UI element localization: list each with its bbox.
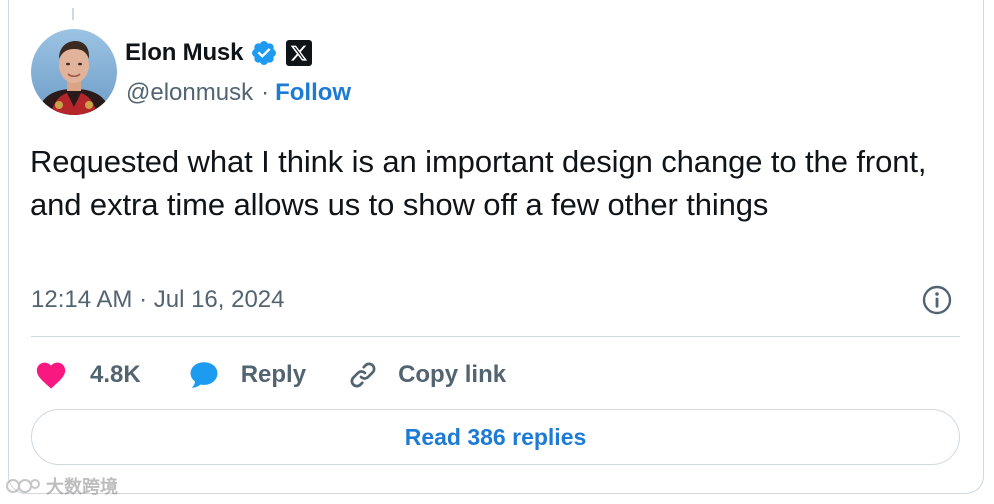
avatar[interactable] — [31, 29, 117, 115]
action-bar: 4.8K Reply Copy link — [34, 355, 506, 395]
copy-link-button[interactable]: Copy link — [346, 355, 506, 395]
author-name-row: Elon Musk — [125, 36, 313, 70]
reply-button[interactable]: Reply — [187, 355, 306, 395]
separator-dot: · — [261, 79, 270, 106]
author-name[interactable]: Elon Musk — [125, 39, 243, 67]
author-handle-row: @elonmusk · Follow — [126, 78, 351, 108]
copy-link-label: Copy link — [398, 361, 507, 388]
like-button[interactable]: 4.8K — [34, 355, 141, 395]
read-replies-button[interactable]: Read 386 replies — [31, 409, 960, 465]
watermark-text: 大数跨境 — [46, 477, 118, 497]
like-count: 4.8K — [90, 361, 141, 388]
heart-icon — [36, 362, 66, 389]
x-logo-icon — [286, 40, 313, 66]
reply-label: Reply — [240, 361, 307, 388]
link-icon — [350, 362, 376, 388]
page: Elon Musk @elonmusk · Follow Requested w… — [0, 0, 994, 504]
tweet-timestamp[interactable]: 12:14 AM · Jul 16, 2024 — [31, 283, 285, 317]
author-handle[interactable]: @elonmusk — [126, 79, 253, 107]
watermark-logo — [6, 479, 40, 493]
info-icon[interactable] — [920, 283, 954, 317]
verified-badge-icon — [252, 41, 277, 65]
follow-button[interactable]: Follow — [275, 79, 351, 107]
divider — [31, 336, 960, 337]
avatar-image — [31, 29, 117, 115]
speech-bubble-icon — [190, 362, 218, 388]
thread-line — [72, 8, 74, 20]
tweet-text: Requested what I think is an important d… — [30, 144, 927, 222]
watermark: 大数跨境 — [4, 474, 118, 498]
